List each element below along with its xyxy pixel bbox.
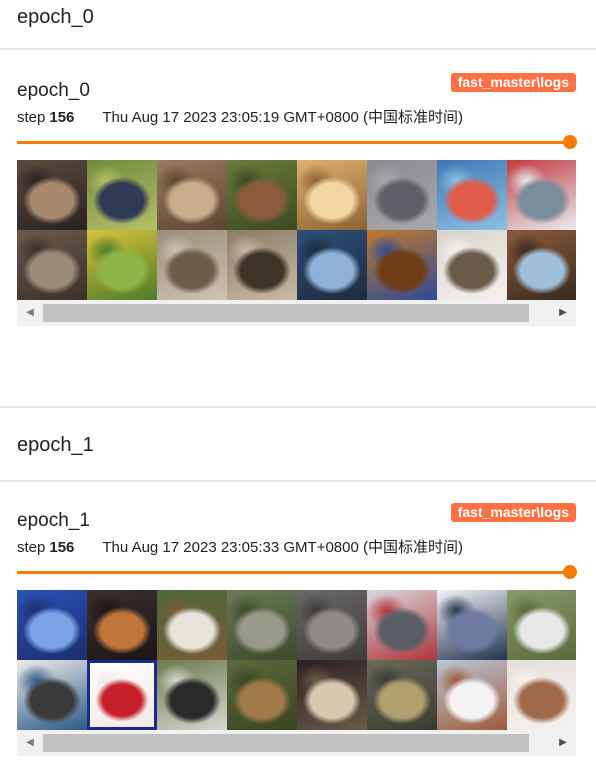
- image-thumbnail-frog[interactable]: [227, 160, 297, 230]
- horizontal-scrollbar[interactable]: ◀ ▶: [17, 730, 576, 756]
- slider-thumb[interactable]: [563, 135, 577, 149]
- scrollbar-thumb[interactable]: [43, 734, 529, 752]
- image-thumbnail-horse[interactable]: [157, 660, 227, 730]
- image-thumbnail-ship[interactable]: [437, 160, 507, 230]
- image-thumbnail-dog[interactable]: [437, 660, 507, 730]
- step-meta: step 156 Thu Aug 17 2023 23:05:33 GMT+0800…: [17, 536, 463, 557]
- scrollbar-thumb[interactable]: [43, 304, 529, 322]
- image-thumbnail-dog[interactable]: [17, 660, 87, 730]
- section-divider: [0, 480, 596, 482]
- image-thumbnail-deer[interactable]: [227, 660, 297, 730]
- image-thumbnail-horse[interactable]: [507, 660, 576, 730]
- run-badge: fast_master\logs: [450, 73, 576, 92]
- image-thumbnail-cat[interactable]: [367, 160, 437, 230]
- section-divider: [0, 406, 596, 408]
- step-value: 156: [49, 539, 75, 556]
- section-heading-epoch-0[interactable]: epoch_0: [17, 6, 94, 29]
- image-thumbnail-bird[interactable]: [87, 160, 157, 230]
- image-thumbnail-dog[interactable]: [367, 230, 437, 300]
- image-thumbnail-frog[interactable]: [437, 230, 507, 300]
- image-thumbnail-cat[interactable]: [87, 590, 157, 660]
- card-title: epoch_0: [17, 80, 90, 101]
- step-value: 156: [49, 109, 75, 126]
- image-grid: [17, 160, 576, 300]
- image-thumbnail-cat[interactable]: [17, 230, 87, 300]
- image-thumbnail-frog[interactable]: [367, 660, 437, 730]
- step-label: step: [17, 539, 46, 556]
- image-thumbnail-dog[interactable]: [297, 660, 367, 730]
- image-thumbnail-horse[interactable]: [507, 230, 576, 300]
- timestamp: Thu Aug 17 2023 23:05:33 GMT+0800 (中国标准时…: [102, 539, 463, 556]
- image-thumbnail-truck[interactable]: [367, 590, 437, 660]
- section-divider: [0, 48, 596, 50]
- card-title: epoch_1: [17, 510, 90, 531]
- slider-thumb[interactable]: [563, 565, 577, 579]
- step-slider[interactable]: [17, 565, 579, 580]
- image-thumbnail-cat[interactable]: [297, 160, 367, 230]
- scroll-left-icon[interactable]: ◀: [17, 730, 43, 756]
- slider-track[interactable]: [17, 141, 569, 144]
- scroll-right-icon[interactable]: ▶: [550, 730, 576, 756]
- image-thumbnail-bird[interactable]: [227, 230, 297, 300]
- scroll-left-icon[interactable]: ◀: [17, 300, 43, 326]
- step-meta: step 156 Thu Aug 17 2023 23:05:19 GMT+0800…: [17, 106, 463, 127]
- step-label: step: [17, 109, 46, 126]
- image-thumbnail-automobile[interactable]: [507, 590, 576, 660]
- step-slider[interactable]: [17, 135, 579, 150]
- image-thumbnail-automobile[interactable]: [507, 160, 576, 230]
- image-thumbnail-horse[interactable]: [157, 590, 227, 660]
- section-heading-epoch-1[interactable]: epoch_1: [17, 434, 94, 457]
- image-thumbnail-truck[interactable]: [437, 590, 507, 660]
- slider-track[interactable]: [17, 571, 569, 574]
- scroll-right-icon[interactable]: ▶: [550, 300, 576, 326]
- timestamp: Thu Aug 17 2023 23:05:19 GMT+0800 (中国标准时…: [102, 109, 463, 126]
- image-thumbnail-bird[interactable]: [157, 160, 227, 230]
- horizontal-scrollbar[interactable]: ◀ ▶: [17, 300, 576, 326]
- image-thumbnail-bird[interactable]: [87, 230, 157, 300]
- image-thumbnail-cat[interactable]: [157, 230, 227, 300]
- image-thumbnail-automobile[interactable]: [87, 660, 157, 730]
- image-thumbnail-cat[interactable]: [297, 590, 367, 660]
- tensorboard-images-page: epoch_0 epoch_0 fast_master\logs step 156…: [0, 0, 596, 766]
- run-badge: fast_master\logs: [450, 503, 576, 522]
- image-grid: [17, 590, 576, 730]
- image-thumbnail-cat[interactable]: [227, 590, 297, 660]
- image-thumbnail-truck[interactable]: [297, 230, 367, 300]
- image-thumbnail-truck[interactable]: [17, 160, 87, 230]
- image-thumbnail-airplane[interactable]: [17, 590, 87, 660]
